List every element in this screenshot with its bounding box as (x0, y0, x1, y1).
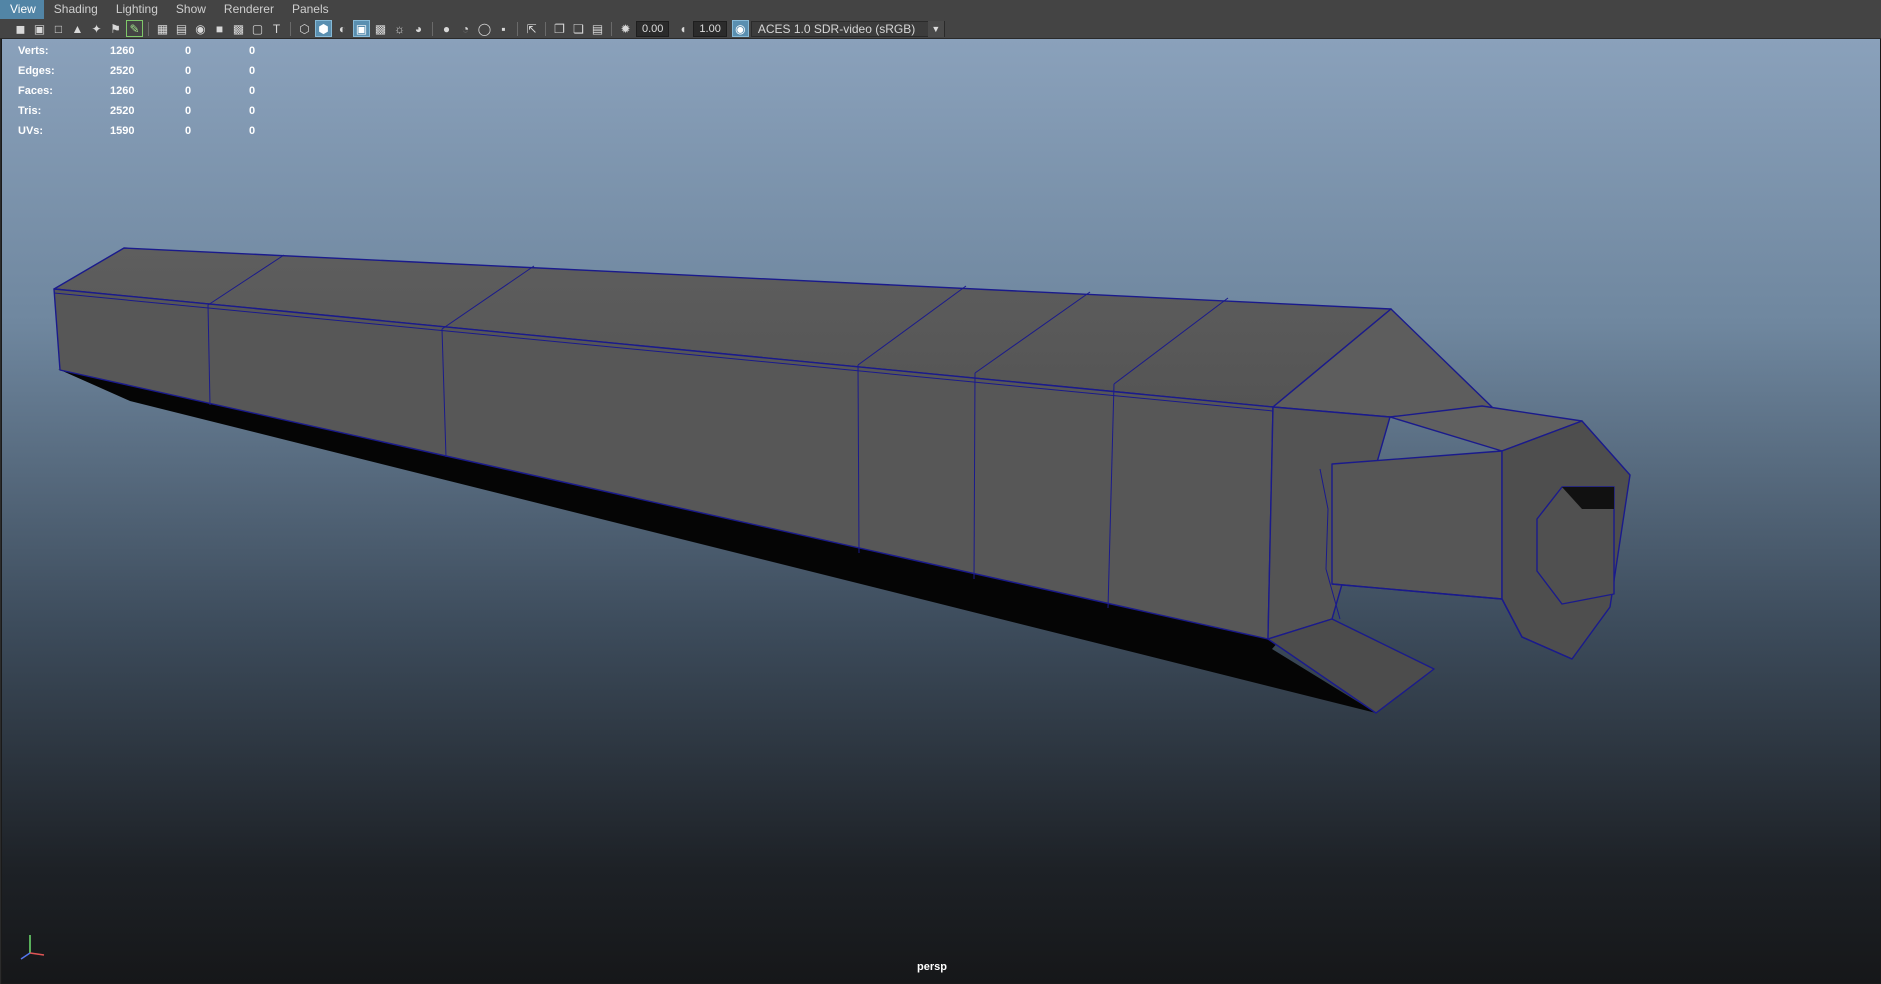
exposure-field[interactable]: 0.00 (636, 20, 670, 37)
hud-label: Tris: (18, 105, 42, 117)
exposure-icon[interactable]: ✹ (617, 20, 634, 37)
hud-value: 0 (249, 65, 256, 77)
toolbar-separator (148, 21, 149, 36)
hud-label: UVs: (18, 125, 44, 137)
camera-name-label: persp (917, 961, 947, 973)
hud-row-edges: Edges: 2520 0 0 (18, 61, 289, 81)
display-layer-icon[interactable]: ❐ (551, 20, 568, 37)
hud-value: 2520 (110, 105, 135, 117)
panel-toolbar: ◼ ▣ □ ▲ ✦ ⚑ ✎ ▦ ▤ ◉ ■ ▩ ▢ T ⬡ ⬢ ◐ ▣ ▩ ☼ … (0, 19, 1881, 39)
hud-row-tris: Tris: 2520 0 0 (18, 101, 289, 121)
view-transform-value: ACES 1.0 SDR-video (sRGB) (757, 21, 916, 36)
menu-panels[interactable]: Panels (282, 0, 337, 19)
hud-value: 2520 (110, 65, 135, 77)
hud-label: Edges: (18, 65, 55, 77)
safe-title-icon[interactable]: T (268, 20, 285, 37)
color-management-icon[interactable]: ◉ (731, 20, 749, 37)
hud-value: 0 (185, 65, 192, 77)
hud-value: 0 (249, 125, 256, 137)
safe-action-icon[interactable]: ▢ (249, 20, 266, 37)
hud-value: 0 (249, 105, 256, 117)
xray-icon[interactable]: ▩ (372, 20, 389, 37)
hud-value: 0 (185, 85, 192, 97)
hud-value: 0 (185, 125, 192, 137)
hud-row-verts: Verts: 1260 0 0 (18, 41, 289, 61)
poly-count-hud: Verts: 1260 0 0 Edges: 2520 0 0 Faces: 1… (18, 41, 289, 141)
gamma-field[interactable]: 1.00 (693, 20, 727, 37)
pan-zoom-icon[interactable]: ✦ (88, 20, 105, 37)
film-gate-icon[interactable]: ▤ (173, 20, 190, 37)
chevron-down-icon[interactable]: ▼ (927, 20, 944, 37)
select-camera-icon[interactable]: ▤ (589, 20, 606, 37)
hud-row-faces: Faces: 1260 0 0 (18, 81, 289, 101)
smooth-shade-icon[interactable]: ⬢ (315, 20, 332, 37)
shadows-icon[interactable]: ◕ (410, 20, 427, 37)
menu-renderer[interactable]: Renderer (214, 0, 282, 19)
pencil-icon[interactable]: ✎ (126, 20, 143, 37)
hud-value: 0 (185, 45, 192, 57)
hud-value: 1590 (110, 125, 135, 137)
toolbar-separator (290, 21, 291, 36)
hud-value: 1260 (110, 85, 135, 97)
hud-label: Faces: (18, 85, 53, 97)
toolbar-separator (517, 21, 518, 36)
panel-menu-bar: View Shading Lighting Show Renderer Pane… (0, 0, 1881, 20)
image-plane-icon[interactable]: ▲ (69, 20, 86, 37)
menu-shading[interactable]: Shading (44, 0, 106, 19)
camera-icon[interactable]: ◼ (12, 20, 29, 37)
view-transform-dropdown[interactable]: ACES 1.0 SDR-video (sRGB) ▼ (750, 20, 945, 37)
motion-blur-icon[interactable]: ◔ (457, 20, 474, 37)
wireframe-icon[interactable]: ⬡ (296, 20, 313, 37)
maya-viewport-window: View Shading Lighting Show Renderer Pane… (0, 0, 1881, 984)
hud-value: 0 (249, 85, 256, 97)
menu-show[interactable]: Show (166, 0, 214, 19)
resolution-gate-icon[interactable]: ◉ (192, 20, 209, 37)
depth-of-field-icon[interactable]: ▪ (495, 20, 512, 37)
use-lights-icon[interactable]: ◐ (334, 20, 351, 37)
mesh-nozzle-front (1331, 450, 1503, 600)
hud-icon[interactable]: ❏ (570, 20, 587, 37)
hud-value: 0 (185, 105, 192, 117)
textured-icon[interactable]: ☼ (391, 20, 408, 37)
toolbar-separator (545, 21, 546, 36)
anti-aliasing-icon[interactable]: ◯ (476, 20, 493, 37)
gamma-icon[interactable]: ◖ (674, 20, 691, 37)
hud-label: Verts: (18, 45, 49, 57)
isolate-select-icon[interactable]: ⇱ (523, 20, 540, 37)
hud-value: 0 (249, 45, 256, 57)
grid-icon[interactable]: ▦ (154, 20, 171, 37)
ambient-occlusion-icon[interactable]: ● (438, 20, 455, 37)
gate-mask-icon[interactable]: ■ (211, 20, 228, 37)
wireframe-on-shaded-icon[interactable]: ▣ (353, 20, 370, 37)
bookmark-flag-icon[interactable]: ⚑ (107, 20, 124, 37)
menu-lighting[interactable]: Lighting (106, 0, 166, 19)
menu-view[interactable]: View (0, 0, 44, 19)
view-axis-icon (20, 935, 45, 960)
mesh-wireframe (53, 247, 1631, 714)
hud-row-uvs: UVs: 1590 0 0 (18, 121, 289, 141)
mesh-model (53, 247, 1631, 714)
camera-attributes-icon[interactable]: ▣ (31, 20, 48, 37)
hud-value: 1260 (110, 45, 135, 57)
toolbar-separator (611, 21, 612, 36)
field-chart-icon[interactable]: ▩ (230, 20, 247, 37)
toolbar-separator (432, 21, 433, 36)
bookmark-icon[interactable]: □ (50, 20, 67, 37)
perspective-viewport[interactable]: Verts: 1260 0 0 Edges: 2520 0 0 Faces: 1… (1, 39, 1881, 984)
